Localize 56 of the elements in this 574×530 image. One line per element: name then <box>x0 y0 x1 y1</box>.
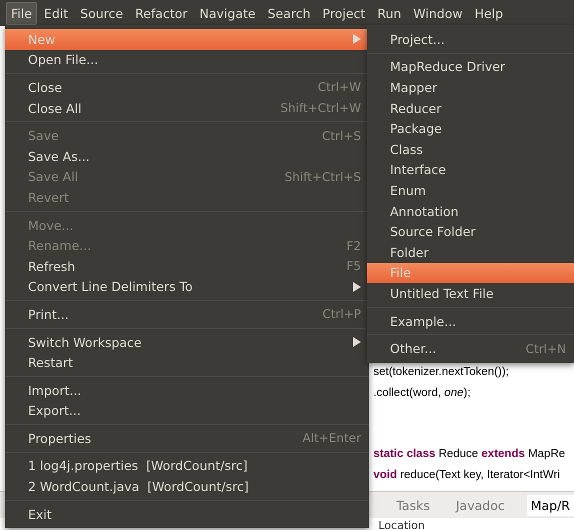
menu-item[interactable]: 2 WordCount.java [WordCount/src] <box>5 476 369 497</box>
menu-bar-item[interactable]: Window <box>408 2 468 24</box>
menu-item[interactable]: Untitled Text File <box>367 283 574 304</box>
menu-item[interactable]: Import... <box>5 380 369 400</box>
menu-item[interactable]: Restart <box>5 352 369 373</box>
view-tab[interactable]: Map/R <box>526 494 574 516</box>
menu-item[interactable]: Refresh F5 <box>5 256 369 277</box>
shortcut-label: F2 <box>346 238 361 253</box>
view-tab[interactable]: Javadoc <box>452 494 509 516</box>
shortcut-label: Shift+Ctrl+W <box>280 101 361 116</box>
code-line: set(tokenizer.nextToken()); <box>373 365 510 380</box>
menu-item[interactable]: Enum <box>367 180 574 201</box>
menu-bar-item[interactable]: Refactor <box>130 2 193 24</box>
menu-item[interactable]: Folder <box>367 242 574 263</box>
menu-bar-item[interactable]: Edit <box>38 2 74 24</box>
menu-item[interactable]: Other... Ctrl+N <box>367 338 574 359</box>
menu-bar-item[interactable]: Navigate <box>194 2 261 24</box>
menu-item[interactable]: Open File... <box>5 50 369 70</box>
menu-item[interactable]: Example... <box>367 310 574 332</box>
menu-item[interactable]: Save As... <box>5 146 369 167</box>
menu-item[interactable]: Print... Ctrl+P <box>5 304 369 325</box>
code-line: .collect(word, one); <box>373 386 472 400</box>
menu-item[interactable]: Close All Shift+Ctrl+W <box>5 98 369 118</box>
menu-item[interactable]: 1 log4j.properties [WordCount/src] <box>5 456 369 476</box>
menu-item[interactable]: MapReduce Driver <box>367 56 574 78</box>
menu-item[interactable]: Reducer <box>367 98 574 118</box>
shortcut-label: Shift+Ctrl+S <box>284 170 361 184</box>
menu-bar-item[interactable]: Search <box>262 2 316 24</box>
menu-item[interactable]: Properties Alt+Enter <box>5 428 369 449</box>
menu-item[interactable]: Exit <box>5 504 369 524</box>
menu-item[interactable]: Close Ctrl+W <box>5 77 369 98</box>
code-line: void reduce(Text key, Iterator<IntWri <box>373 468 561 482</box>
menu-item[interactable]: Interface <box>367 160 574 180</box>
menu-item[interactable]: Class <box>367 138 574 160</box>
shortcut-label: Ctrl+W <box>318 80 361 94</box>
menu-bar-item[interactable]: Run <box>372 2 406 24</box>
view-tab[interactable]: Tasks <box>392 494 434 516</box>
shortcut-label: F5 <box>346 259 361 274</box>
menu-bar-item[interactable]: File <box>6 2 37 24</box>
menu-item[interactable]: Switch Workspace <box>5 332 369 352</box>
menu-bar-item[interactable]: Source <box>75 2 128 24</box>
menu-bar-item[interactable]: Project <box>318 2 370 24</box>
menu-item[interactable]: Mapper <box>367 77 574 98</box>
shortcut-label: Ctrl+N <box>526 342 566 356</box>
menu-item[interactable]: Export... <box>5 400 369 422</box>
column-header: Location <box>378 519 425 530</box>
menu-item[interactable]: Package <box>367 118 574 139</box>
code-line: static class Reduce extends MapRe <box>373 447 566 462</box>
menu-item[interactable]: Annotation <box>367 200 574 222</box>
menu-item[interactable]: Project... <box>367 29 574 50</box>
menu-item[interactable]: Source Folder <box>367 221 574 242</box>
shortcut-label: Ctrl+P <box>322 307 361 322</box>
shortcut-label: Ctrl+S <box>322 128 361 143</box>
shortcut-label: Alt+Enter <box>302 431 361 446</box>
menu-item[interactable]: Convert Line Delimiters To <box>5 276 369 298</box>
menu-bar-item[interactable]: Help <box>470 2 508 24</box>
